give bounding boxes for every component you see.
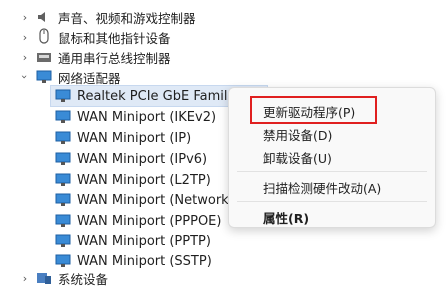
menu-item-uninstall-device[interactable]: 卸载设备(U) — [263, 148, 332, 167]
network-card-icon — [55, 254, 71, 267]
tree-label: 系统设备 — [58, 271, 109, 287]
system-device-icon — [37, 273, 51, 284]
tree-label: 网络适配器 — [58, 70, 121, 86]
chevron-right-icon[interactable]: › — [19, 11, 31, 24]
chevron-down-icon[interactable]: › — [19, 71, 32, 83]
tree-label: WAN Miniport (SSTP) — [77, 253, 212, 269]
tree-label: WAN Miniport (IPv6) — [77, 151, 208, 167]
menu-item-disable-device[interactable]: 禁用设备(D) — [263, 125, 332, 144]
chevron-right-icon[interactable]: › — [19, 31, 31, 44]
network-card-icon — [55, 173, 71, 186]
tree-label: WAN Miniport (IKEv2) — [77, 109, 217, 125]
menu-separator — [237, 201, 427, 202]
speaker-icon — [38, 12, 45, 22]
network-adapter-icon — [36, 70, 52, 83]
tree-label: WAN Miniport (IP) — [77, 130, 192, 146]
mouse-icon — [39, 28, 49, 44]
menu-item-scan-hardware[interactable]: 扫描检测硬件改动(A) — [263, 178, 381, 197]
tree-label: 通用串行总线控制器 — [58, 50, 171, 66]
network-card-icon — [55, 89, 71, 102]
tree-label: WAN Miniport (PPPOE) — [77, 213, 222, 229]
annotation-highlight-box — [250, 96, 377, 124]
tree-item-adapter[interactable]: WAN Miniport (PPTP) — [0, 231, 270, 251]
network-card-icon — [55, 234, 71, 247]
tree-row-mouse[interactable]: › 鼠标和其他指针设备 — [0, 27, 300, 47]
menu-item-properties[interactable]: 属性(R) — [263, 208, 309, 227]
tree-row-usb[interactable]: › 通用串行总线控制器 — [0, 47, 300, 67]
chevron-right-icon[interactable]: › — [19, 272, 31, 285]
usb-icon — [37, 53, 51, 62]
tree-row-system-devices[interactable]: › 系统设备 — [0, 268, 300, 288]
network-card-icon — [55, 214, 71, 227]
network-card-icon — [55, 193, 71, 206]
tree-label: WAN Miniport (PPTP) — [77, 233, 211, 249]
chevron-right-icon[interactable]: › — [19, 51, 31, 64]
tree-label: WAN Miniport (L2TP) — [77, 172, 211, 188]
menu-separator — [237, 171, 427, 172]
tree-label: 鼠标和其他指针设备 — [58, 30, 171, 46]
network-card-icon — [55, 152, 71, 165]
tree-row-network-adapters[interactable]: › 网络适配器 — [0, 67, 300, 87]
tree-row-sound[interactable]: › 声音、视频和游戏控制器 — [0, 7, 300, 27]
tree-label: 声音、视频和游戏控制器 — [58, 10, 196, 26]
network-card-icon — [55, 131, 71, 144]
network-card-icon — [55, 110, 71, 123]
